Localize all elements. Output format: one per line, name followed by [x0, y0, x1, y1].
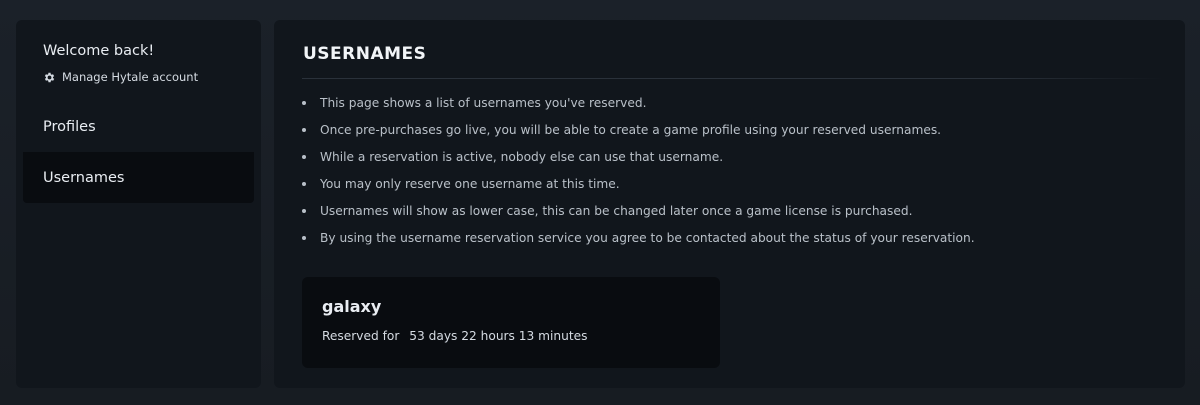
list-item-text: Usernames will show as lower case, this … — [320, 204, 913, 218]
info-list: This page shows a list of usernames you'… — [302, 93, 975, 255]
sidebar-item-label: Usernames — [43, 169, 125, 186]
list-item: While a reservation is active, nobody el… — [302, 147, 975, 174]
list-item: Once pre-purchases go live, you will be … — [302, 120, 975, 147]
bullet-icon — [302, 128, 306, 132]
list-item-text: This page shows a list of usernames you'… — [320, 96, 647, 110]
divider — [302, 78, 1164, 79]
gear-icon — [44, 72, 55, 82]
bullet-icon — [302, 209, 306, 213]
bullet-icon — [302, 155, 306, 159]
bullet-icon — [302, 101, 306, 105]
reserved-value: 53 days 22 hours 13 minutes — [409, 329, 588, 343]
reserved-label: Reserved for — [322, 329, 400, 343]
list-item-text: While a reservation is active, nobody el… — [320, 150, 724, 164]
username-value: galaxy — [322, 297, 382, 316]
reservation-duration: Reserved for 53 days 22 hours 13 minutes — [322, 329, 588, 343]
bullet-icon — [302, 182, 306, 186]
sidebar-item-usernames[interactable]: Usernames — [23, 152, 254, 203]
list-item: This page shows a list of usernames you'… — [302, 93, 975, 120]
main-panel: USERNAMES This page shows a list of user… — [274, 20, 1185, 388]
page-background: Welcome back! Manage Hytale account Prof… — [0, 0, 1200, 405]
list-item-text: By using the username reservation servic… — [320, 231, 975, 245]
list-item: You may only reserve one username at thi… — [302, 174, 975, 201]
sidebar-item-label: Profiles — [43, 118, 96, 135]
list-item-text: You may only reserve one username at thi… — [320, 177, 620, 191]
manage-account-label: Manage Hytale account — [62, 70, 199, 84]
list-item: Usernames will show as lower case, this … — [302, 201, 975, 228]
username-card: galaxy Reserved for 53 days 22 hours 13 … — [302, 277, 720, 368]
sidebar-item-profiles[interactable]: Profiles — [23, 101, 254, 152]
sidebar: Welcome back! Manage Hytale account Prof… — [16, 20, 261, 388]
welcome-message: Welcome back! — [43, 43, 155, 59]
bullet-icon — [302, 236, 306, 240]
list-item-text: Once pre-purchases go live, you will be … — [320, 123, 942, 137]
page-title: USERNAMES — [303, 44, 427, 64]
manage-account-link[interactable]: Manage Hytale account — [43, 70, 198, 84]
list-item: By using the username reservation servic… — [302, 228, 975, 255]
